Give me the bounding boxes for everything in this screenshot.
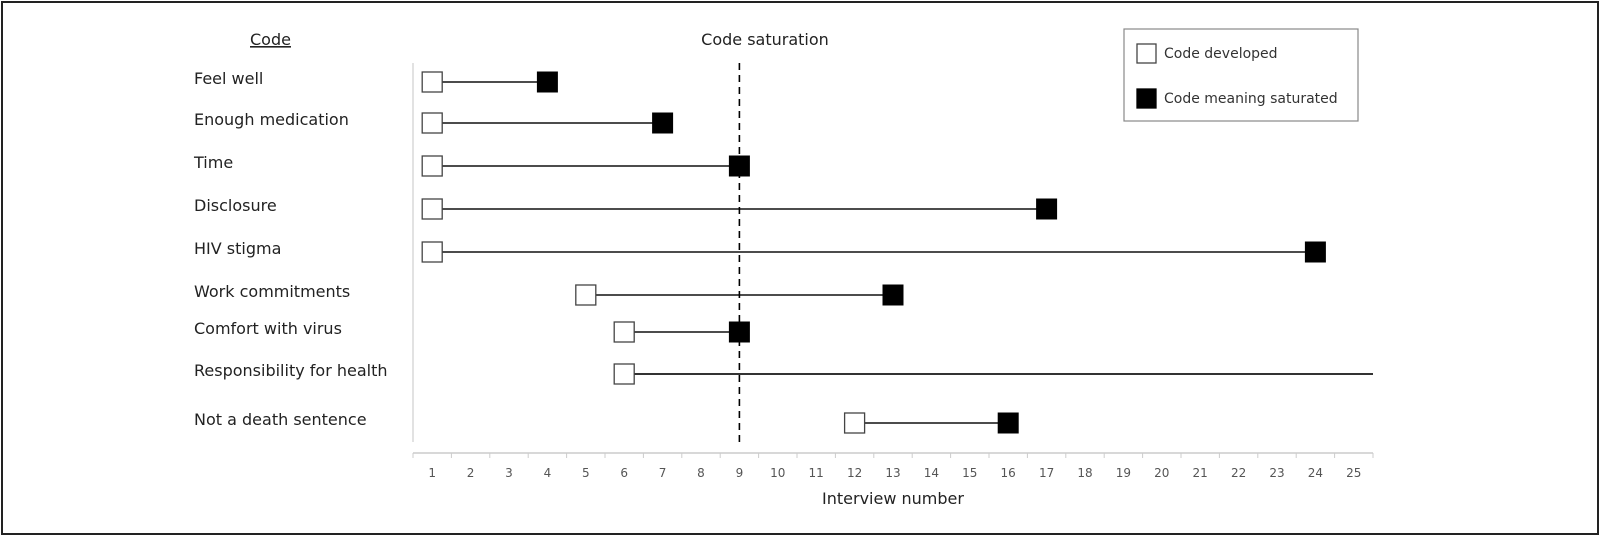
saturated-marker [882, 284, 904, 306]
code-row: Work commitments [194, 282, 904, 306]
x-tick-label: 23 [1269, 466, 1284, 480]
x-tick-label: 8 [697, 466, 705, 480]
legend-label: Code developed [1164, 46, 1278, 62]
x-tick-label: 5 [582, 466, 590, 480]
developed-marker [421, 71, 443, 93]
developed-marker [613, 321, 635, 343]
code-label: Responsibility for health [194, 361, 388, 380]
x-tick-label: 19 [1116, 466, 1131, 480]
developed-marker [613, 363, 635, 385]
x-tick-label: 6 [620, 466, 628, 480]
legend: Code developed Code meaning saturated [1123, 28, 1359, 122]
developed-marker [421, 155, 443, 177]
saturated-marker [1036, 198, 1058, 220]
code-saturation-chart: 1 2 3 4 5 6 7 8 9 10 11 12 13 14 15 16 17 18 19 20 21 22 23 24 2… [193, 28, 1374, 508]
code-label: Enough medication [194, 110, 349, 129]
x-tick-label: 10 [770, 466, 785, 480]
x-tick-label: 7 [659, 466, 667, 480]
x-tick-label: 13 [885, 466, 900, 480]
x-tick-label: 11 [809, 466, 824, 480]
x-tick-label: 9 [736, 466, 744, 480]
code-row: Not a death sentence [194, 410, 1019, 434]
code-label: Not a death sentence [194, 410, 367, 429]
saturated-marker [997, 412, 1019, 434]
chart-title: Code saturation [701, 30, 829, 49]
developed-marker [421, 241, 443, 263]
code-row: HIV stigma [194, 239, 1326, 263]
x-tick-label: 14 [924, 466, 939, 480]
x-tick-label: 4 [544, 466, 552, 480]
code-label: Work commitments [194, 282, 350, 301]
x-tick-label: 12 [847, 466, 862, 480]
x-tick-label: 16 [1001, 466, 1016, 480]
x-tick-label: 17 [1039, 466, 1054, 480]
x-axis-title: Interview number [822, 489, 964, 508]
x-axis: 1 2 3 4 5 6 7 8 9 10 11 12 13 14 15 16 17 18 19 20 21 22 23 24 2… [412, 63, 1374, 480]
code-rows: Feel well Enough medication Time Disclosure… [193, 69, 1373, 434]
x-tick-label: 15 [962, 466, 977, 480]
developed-marker [421, 198, 443, 220]
x-tick-label: 24 [1308, 466, 1323, 480]
code-column-header: Code [250, 30, 291, 49]
developed-marker [575, 284, 597, 306]
code-label: Feel well [194, 69, 263, 88]
code-label: Disclosure [194, 196, 277, 215]
code-row: Feel well [194, 69, 558, 93]
x-tick-label: 3 [505, 466, 513, 480]
developed-marker [843, 412, 866, 434]
x-tick-label: 1 [428, 466, 436, 480]
code-row: Responsibility for health [194, 361, 1373, 385]
x-tick-label: 22 [1231, 466, 1246, 480]
legend-box [1123, 28, 1359, 122]
code-row: Comfort with virus [194, 319, 750, 343]
x-tick-label: 21 [1193, 466, 1208, 480]
legend-saturated-swatch [1136, 88, 1157, 109]
x-tick-label: 25 [1346, 466, 1361, 480]
code-row: Time [193, 153, 750, 177]
saturated-marker [536, 71, 558, 93]
x-tick-label: 20 [1154, 466, 1169, 480]
legend-label: Code meaning saturated [1164, 91, 1338, 107]
x-tick-label: 2 [467, 466, 475, 480]
saturated-marker [652, 112, 674, 134]
code-row: Enough medication [194, 110, 674, 134]
x-tick-label: 18 [1077, 466, 1092, 480]
developed-marker [421, 112, 443, 134]
code-row: Disclosure [194, 196, 1058, 220]
code-label: Time [193, 153, 233, 172]
code-label: Comfort with virus [194, 319, 342, 338]
code-label: HIV stigma [194, 239, 281, 258]
saturated-marker [1304, 241, 1326, 263]
legend-developed-swatch [1136, 43, 1157, 64]
